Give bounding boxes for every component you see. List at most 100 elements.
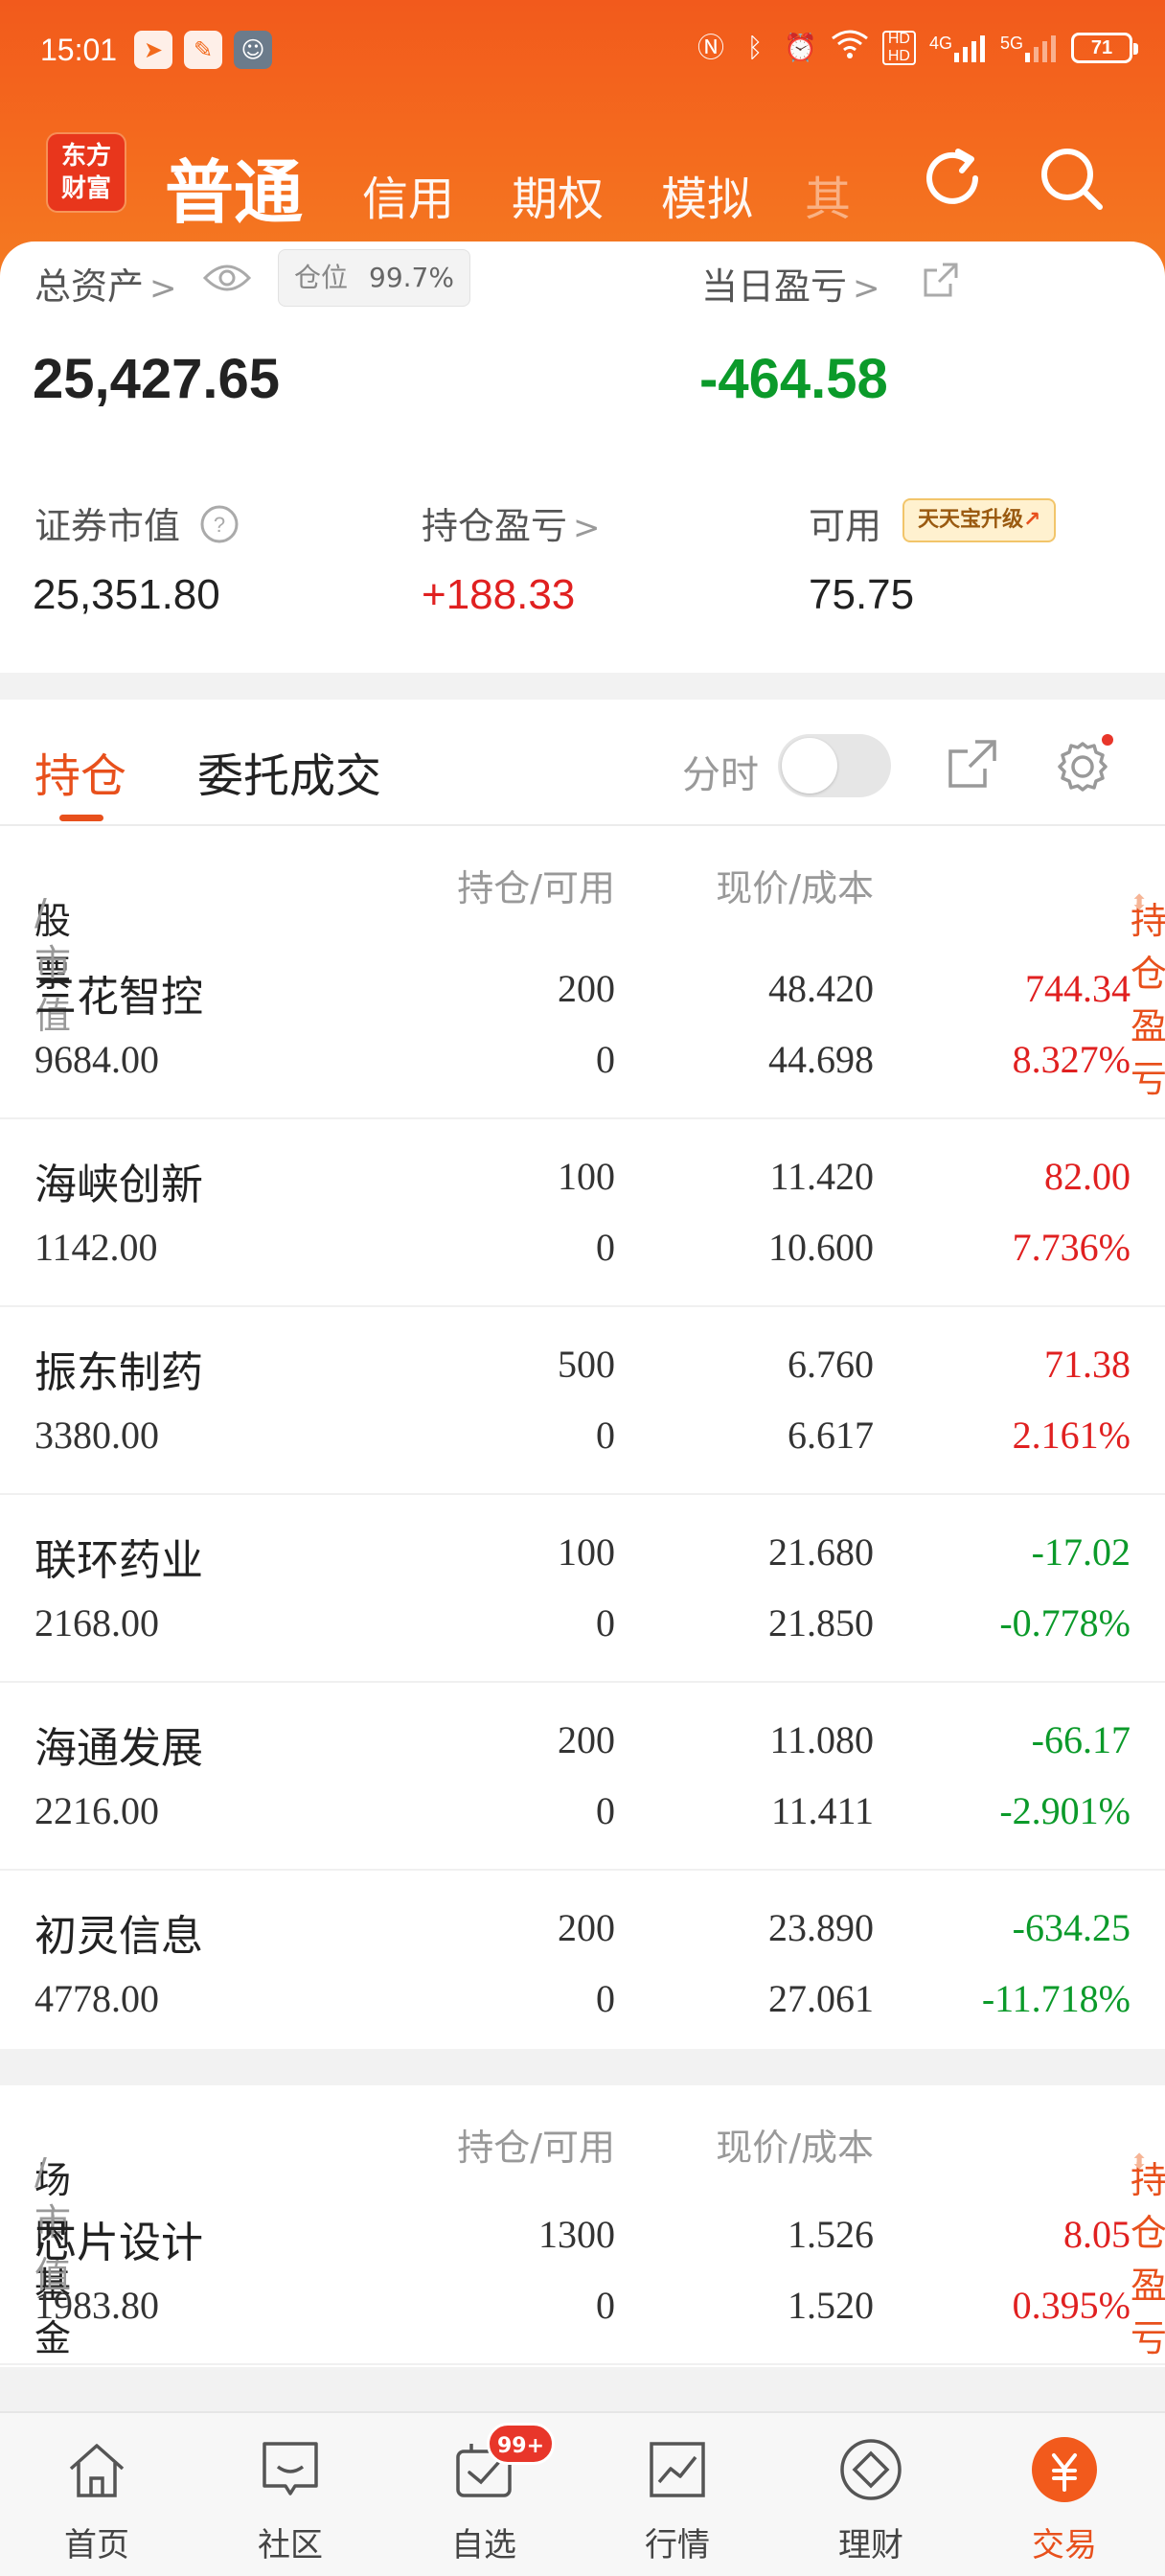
security-market-value: 9684.00 [34,1038,159,1081]
total-assets-label: 总资产 [34,265,145,308]
current-price: 1.526 [788,2213,874,2256]
tab-orders-trades[interactable]: 委托成交 [197,738,381,805]
holdings-panel: 持仓 委托成交 分时 股票/市值 持仓/可用 现价/成本 持仓盈亏 ⬍ 三花智控 9… [0,700,1165,2058]
col-qty-available: 持仓/可用 [457,867,615,909]
nav-market-label: 行情 [645,2526,710,2564]
signal-bars-weak-icon [1025,35,1056,62]
holding-row[interactable]: 振东制药 3380.00 500 0 6.760 6.617 71.38 2.161% [0,1307,1165,1495]
eye-icon[interactable] [202,261,252,299]
intraday-label: 分时 [682,753,759,797]
holding-pnl-percent: -2.901% [999,1789,1131,1832]
bluetooth-icon: ᛒ [746,33,764,62]
chevron-right-icon: > [573,509,601,547]
share-icon[interactable] [947,738,998,794]
available-quantity: 0 [596,1226,615,1269]
sort-arrows-icon: ⬍ [1131,891,1149,915]
active-tab-indicator [59,815,103,821]
holding-row[interactable]: 三花智控 9684.00 200 0 48.420 44.698 744.34 8.327% [0,932,1165,1119]
search-icon[interactable] [1033,140,1109,217]
cost-price: 6.617 [788,1414,874,1457]
holding-row[interactable]: 芯片设计 1983.80 1300 0 1.526 1.520 8.05 0.395% [0,2177,1165,2365]
current-price: 6.760 [788,1343,874,1386]
position-label: 仓位 [294,262,349,293]
logo-line1: 东方 [60,142,111,171]
stocks-column-header: 股票/市值 持仓/可用 现价/成本 持仓盈亏 ⬍ [0,826,1165,1100]
notes-icon: ✎ [184,31,222,69]
arrow-up-icon: ↗ [1023,508,1041,532]
holding-quantity: 100 [558,1530,615,1574]
hd-voice-indicator: HD HD [881,31,916,65]
tab-more-faded[interactable]: 其 [805,161,851,228]
available-quantity: 0 [596,1789,615,1832]
market-value-label-row: 证券市值 ? [34,496,240,553]
holding-row[interactable]: 初灵信息 4778.00 200 0 23.890 27.061 -634.25 -11.71… [0,1871,1165,2058]
holding-row[interactable]: 联环药业 2168.00 100 0 21.680 21.850 -17.02 -0.778% [0,1495,1165,1683]
holding-pnl: -634.25 [1012,1906,1131,1949]
market-value: 25,351.80 [33,571,220,618]
cost-price: 1.520 [788,2284,874,2327]
holding-row[interactable]: 海峡创新 1142.00 100 0 11.420 10.600 82.00 7.736% [0,1119,1165,1307]
holding-quantity: 200 [558,1906,615,1949]
total-assets-link[interactable]: 总资产 > [34,257,177,310]
settings-gear-icon[interactable] [1052,734,1115,801]
available-quantity: 0 [596,1414,615,1457]
holding-row[interactable]: 海通发展 2216.00 200 0 11.080 11.411 -66.17 -2.901% [0,1683,1165,1871]
intraday-toggle[interactable] [778,734,891,797]
nav-community[interactable]: 社区 [194,2413,387,2576]
tiantianbao-upgrade-badge[interactable]: 天天宝升级↗ [902,498,1057,542]
signal-bars-icon [953,35,985,62]
share-external-icon[interactable] [922,261,960,303]
wealth-icon [837,2436,904,2503]
alarm-icon: ⏰ [783,33,817,62]
holding-pnl: -17.02 [1031,1530,1131,1574]
nav-market[interactable]: 行情 [581,2413,774,2576]
battery-icon: 71 [1071,33,1138,63]
home-icon [63,2436,130,2503]
status-app-icons: ➤ ✎ ☺ [134,31,272,69]
security-name: 三花智控 [34,973,203,1022]
holding-quantity: 200 [558,1718,615,1761]
status-indicators: Ⓝ ᛒ ⏰ HD HD 4G 5G 71 [696,29,1138,67]
current-price: 21.680 [768,1530,874,1574]
holding-pnl-percent: 7.736% [1012,1226,1131,1269]
bottom-navigation: 首页 社区 自选 99+ 行情 理财 交易 [0,2411,1165,2576]
tab-options-account[interactable]: 期权 [512,161,604,228]
nav-home[interactable]: 首页 [0,2413,194,2576]
cost-price: 21.850 [768,1601,874,1644]
signal-5g: 5G [1000,34,1058,62]
tab-positions[interactable]: 持仓 [34,738,126,805]
available-quantity: 0 [596,1977,615,2020]
holding-pnl: 82.00 [1044,1155,1131,1198]
holding-pnl-link[interactable]: 持仓盈亏 > [422,496,601,549]
tab-simulated-account[interactable]: 模拟 [661,161,753,228]
position-value: 99.7% [369,262,454,293]
community-icon [257,2436,324,2503]
toggle-knob [782,738,837,794]
nav-trade[interactable]: 交易 [968,2413,1161,2576]
security-market-value: 1983.80 [34,2284,159,2327]
security-market-value: 2168.00 [34,1601,159,1644]
nav-watchlist-label: 自选 [451,2526,516,2564]
nav-community-label: 社区 [258,2526,323,2564]
upgrade-badge-label: 天天宝升级 [918,508,1024,532]
wifi-icon [831,29,869,67]
nav-wealth[interactable]: 理财 [774,2413,968,2576]
holding-pnl-percent: 2.161% [1012,1414,1131,1457]
svg-text:?: ? [214,513,225,537]
status-time: 15:01 [40,33,118,67]
account-nav: 东方 财富 普通 信用 期权 模拟 其 [0,123,1165,233]
holding-pnl: 71.38 [1044,1343,1131,1386]
eastmoney-logo[interactable]: 东方 财富 [48,134,125,211]
security-name: 振东制药 [34,1348,203,1397]
hd-bottom-label: HD [887,48,910,64]
daily-pnl-value: -464.58 [699,348,888,410]
holding-pnl-percent: 8.327% [1012,1038,1131,1081]
security-market-value: 2216.00 [34,1789,159,1832]
holding-quantity: 100 [558,1155,615,1198]
security-name: 初灵信息 [34,1912,203,1961]
help-icon[interactable]: ? [199,504,240,553]
daily-pnl-link[interactable]: 当日盈亏 > [701,257,880,310]
tab-normal-account[interactable]: 普通 [165,136,303,237]
refresh-icon[interactable] [914,140,991,217]
tab-credit-account[interactable]: 信用 [362,161,454,228]
